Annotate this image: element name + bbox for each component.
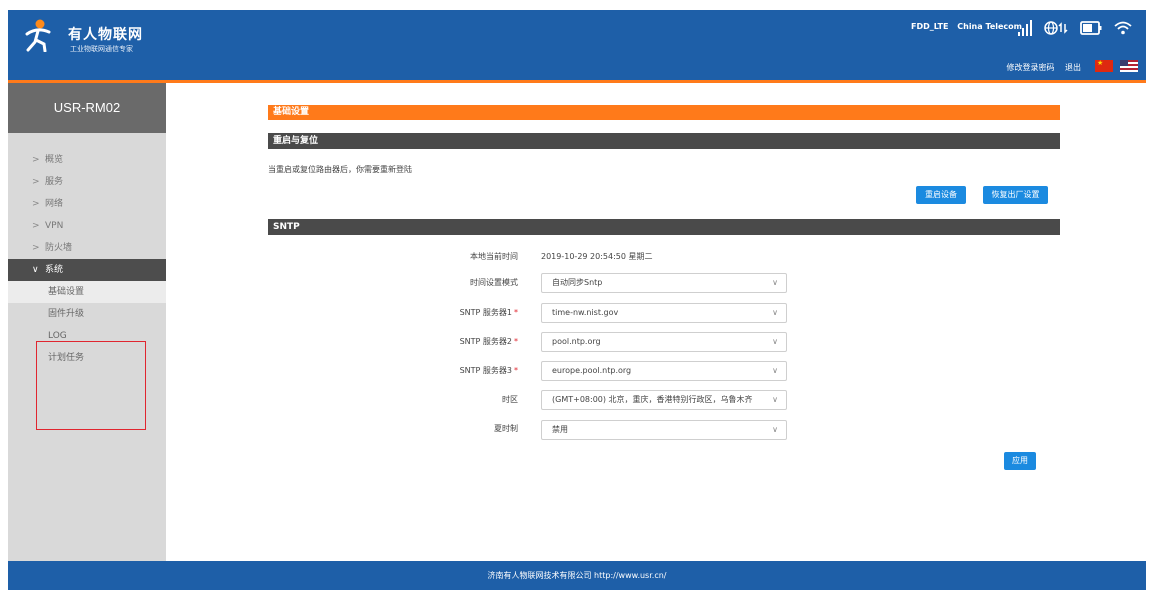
us-flag-icon[interactable] (1120, 60, 1138, 72)
chevron-right-icon: > (32, 199, 40, 209)
local-time-value: 2019-10-29 20:54:50 星期二 (541, 252, 653, 261)
carrier-name: China Telecom (957, 22, 1022, 31)
chevron-down-icon: ∨ (772, 308, 778, 317)
sntp-server3-value: europe.pool.ntp.org (552, 366, 632, 375)
header: 有人物联网 工业物联网通信专家 FDD_LTE China Telecom 修改… (8, 10, 1146, 80)
brand-subtitle: 工业物联网通信专家 (70, 45, 133, 53)
chevron-down-icon: ∨ (32, 265, 39, 275)
sidebar-item-label: 网络 (45, 199, 64, 209)
chevron-down-icon: ∨ (772, 337, 778, 346)
apply-button[interactable]: 应用 (1004, 452, 1036, 470)
network-data-icon (1044, 21, 1068, 35)
chevron-right-icon: > (32, 177, 40, 187)
local-time-label: 本地当前时间 (470, 252, 518, 261)
network-type: FDD_LTE (911, 22, 949, 31)
sidebar-menu: > 概览 > 服务 > 网络 > VPN > 防火墙 ∨ 系统 基础设置 固件升… (8, 149, 166, 369)
header-accent-bar (8, 80, 1146, 83)
chevron-down-icon: ∨ (772, 425, 778, 434)
app-frame: 有人物联网 工业物联网通信专家 FDD_LTE China Telecom 修改… (8, 10, 1146, 590)
logout-link[interactable]: 退出 (1065, 63, 1081, 72)
timezone-label: 时区 (502, 395, 518, 404)
reboot-notice: 当重启或复位路由器后，你需要重新登陆 (268, 165, 412, 174)
sidebar-item-services[interactable]: > 服务 (8, 171, 166, 193)
chevron-down-icon: ∨ (772, 278, 778, 287)
dst-value: 禁用 (552, 425, 568, 434)
sidebar-item-label: 服务 (45, 177, 64, 187)
time-mode-value: 自动同步Sntp (552, 278, 603, 287)
sidebar-item-label: 概览 (45, 155, 64, 165)
sntp-section-header: SNTP (268, 219, 1060, 235)
sntp-server3-select[interactable]: europe.pool.ntp.org ∨ (541, 361, 787, 381)
time-mode-label: 时间设置模式 (470, 278, 518, 287)
sidebar-subitem-basic-settings[interactable]: 基础设置 (8, 281, 166, 303)
sidebar-item-label: VPN (45, 221, 64, 231)
highlight-box (36, 341, 146, 430)
battery-icon (1080, 21, 1102, 35)
sidebar-item-network[interactable]: > 网络 (8, 193, 166, 215)
dst-select[interactable]: 禁用 ∨ (541, 420, 787, 440)
sntp-server1-value: time-nw.nist.gov (552, 308, 619, 317)
timezone-select[interactable]: (GMT+08:00) 北京，重庆，香港特别行政区，乌鲁木齐 ∨ (541, 390, 787, 410)
signal-icon (1018, 20, 1032, 36)
network-status: FDD_LTE China Telecom (905, 22, 1022, 31)
sidebar-item-label: 系统 (45, 265, 64, 275)
page-title: 基础设置 (268, 105, 1060, 120)
header-links: 修改登录密码 退出 (998, 62, 1081, 73)
timezone-value: (GMT+08:00) 北京，重庆，香港特别行政区，乌鲁木齐 (552, 395, 753, 404)
sntp-server2-select[interactable]: pool.ntp.org ∨ (541, 332, 787, 352)
logo-icon (25, 19, 51, 52)
chinese-flag-icon[interactable] (1095, 59, 1113, 72)
chevron-right-icon: > (32, 221, 40, 231)
chevron-right-icon: > (32, 243, 40, 253)
sntp-server3-label: SNTP 服务器3 * (459, 366, 518, 375)
reboot-button[interactable]: 重启设备 (916, 186, 966, 204)
time-mode-select[interactable]: 自动同步Sntp ∨ (541, 273, 787, 293)
footer: 济南有人物联网技术有限公司 http://www.usr.cn/ (8, 561, 1146, 590)
dst-label: 夏时制 (494, 424, 518, 433)
sntp-server1-label: SNTP 服务器1 * (459, 308, 518, 317)
status-icons (1018, 18, 1132, 38)
sidebar-item-label: 防火墙 (45, 243, 73, 253)
sidebar-item-system[interactable]: ∨ 系统 (8, 259, 166, 281)
sidebar-subitem-firmware-upgrade[interactable]: 固件升级 (8, 303, 166, 325)
sntp-server2-value: pool.ntp.org (552, 337, 601, 346)
sidebar: USR-RM02 > 概览 > 服务 > 网络 > VPN > 防火墙 ∨ 系统… (8, 83, 166, 561)
reboot-section-header: 重启与复位 (268, 133, 1060, 149)
sntp-server1-select[interactable]: time-nw.nist.gov ∨ (541, 303, 787, 323)
chevron-down-icon: ∨ (772, 395, 778, 404)
change-password-link[interactable]: 修改登录密码 (1006, 63, 1054, 72)
chevron-down-icon: ∨ (772, 366, 778, 375)
device-model: USR-RM02 (8, 83, 166, 133)
wifi-icon (1114, 21, 1132, 35)
factory-reset-button[interactable]: 恢复出厂设置 (983, 186, 1048, 204)
sidebar-item-firewall[interactable]: > 防火墙 (8, 237, 166, 259)
sidebar-item-vpn[interactable]: > VPN (8, 215, 166, 237)
brand-name: 有人物联网 (68, 27, 143, 43)
chevron-right-icon: > (32, 155, 40, 165)
sntp-server2-label: SNTP 服务器2 * (459, 337, 518, 346)
sidebar-item-overview[interactable]: > 概览 (8, 149, 166, 171)
